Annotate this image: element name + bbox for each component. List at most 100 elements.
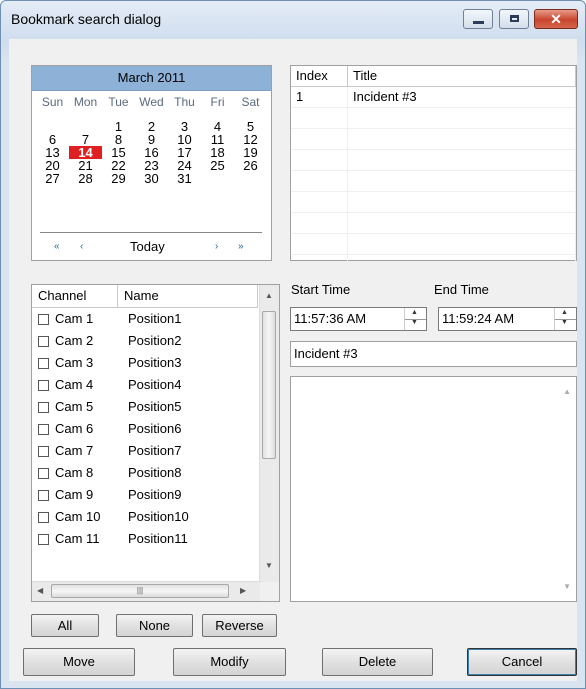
channel-checkbox[interactable]	[38, 423, 49, 435]
empty-row	[291, 108, 576, 129]
scrollbar-corner	[260, 582, 279, 601]
calendar-day[interactable]: 29	[102, 172, 135, 185]
channel-name: Position5	[128, 399, 182, 414]
calendar-day[interactable]	[201, 172, 234, 185]
vertical-scroll-thumb[interactable]	[262, 311, 276, 459]
channel-label: Cam 5	[55, 399, 94, 414]
calendar-day[interactable]: 30	[135, 172, 168, 185]
today-link[interactable]: Today	[130, 239, 165, 254]
maximize-button[interactable]	[499, 9, 529, 29]
calendar-day[interactable]	[234, 172, 267, 185]
select-none-button[interactable]: None	[116, 614, 193, 637]
channel-name: Position4	[128, 377, 182, 392]
prev-year-icon[interactable]: «	[54, 241, 60, 252]
scroll-left-icon[interactable]: ◀	[37, 586, 43, 595]
horizontal-scroll-thumb[interactable]: |||	[51, 584, 229, 598]
scroll-up-icon[interactable]: ▲	[265, 291, 273, 300]
horizontal-scrollbar[interactable]: ◀ ||| ▶	[32, 581, 261, 601]
channel-row[interactable]: Cam 3 Position3	[32, 352, 258, 374]
channel-name: Position7	[128, 443, 182, 458]
calendar-divider	[40, 232, 262, 233]
select-all-button[interactable]: All	[31, 614, 99, 637]
column-header-channel[interactable]: Channel	[32, 285, 118, 307]
channel-row[interactable]: Cam 10 Position10	[32, 506, 258, 528]
bookmark-title: Incident #3	[348, 87, 576, 107]
empty-row	[291, 150, 576, 171]
scroll-down-icon[interactable]: ▼	[563, 582, 571, 591]
minimize-button[interactable]	[463, 9, 493, 29]
bookmark-title-input[interactable]: Incident #3	[290, 341, 577, 367]
move-button[interactable]: Move	[23, 648, 135, 676]
start-time-picker[interactable]: 11:57:36 AM ▲ ▼	[290, 307, 427, 331]
column-header-title[interactable]: Title	[348, 66, 576, 86]
next-month-icon[interactable]: ›	[215, 241, 218, 252]
scroll-right-icon[interactable]: ▶	[240, 586, 246, 595]
spin-down-icon[interactable]: ▼	[411, 319, 418, 326]
scroll-up-icon[interactable]: ▲	[563, 387, 571, 396]
scroll-down-icon[interactable]: ▼	[265, 561, 273, 570]
channel-checkbox[interactable]	[38, 379, 49, 391]
channel-list[interactable]: Channel Name Cam 1 Position1 Cam 2 Positio…	[31, 284, 280, 602]
channel-row[interactable]: Cam 11 Position11	[32, 528, 258, 550]
title-bar[interactable]: Bookmark search dialog ✕	[1, 1, 585, 39]
channel-label: Cam 10	[55, 509, 101, 524]
weekday-label: Thu	[174, 95, 195, 109]
vertical-scrollbar[interactable]: ▲ ▼	[259, 285, 279, 583]
channel-checkbox[interactable]	[38, 445, 49, 457]
spin-up-icon[interactable]: ▲	[561, 309, 568, 316]
empty-row	[291, 213, 576, 234]
bookmark-list-header: Index Title	[291, 66, 576, 87]
column-header-name[interactable]: Name	[118, 285, 258, 307]
channel-row[interactable]: Cam 6 Position6	[32, 418, 258, 440]
calendar[interactable]: March 2011 Sun Mon Tue Wed Thu Fri Sat 1…	[31, 65, 272, 261]
bookmark-search-dialog: Bookmark search dialog ✕ March 2011 Sun …	[0, 0, 586, 689]
empty-row	[291, 192, 576, 213]
start-time-spinner[interactable]: ▲ ▼	[404, 308, 426, 330]
weekday-label: Sun	[41, 95, 64, 109]
modify-button[interactable]: Modify	[173, 648, 286, 676]
channel-row[interactable]: Cam 5 Position5	[32, 396, 258, 418]
bookmark-row[interactable]: 1 Incident #3	[291, 87, 576, 108]
end-time-picker[interactable]: 11:59:24 AM ▲ ▼	[438, 307, 577, 331]
spin-up-icon[interactable]: ▲	[411, 309, 418, 316]
bookmark-title-value: Incident #3	[294, 346, 358, 361]
channel-checkbox[interactable]	[38, 313, 49, 325]
channel-label: Cam 7	[55, 443, 94, 458]
calendar-day[interactable]: 28	[69, 172, 102, 185]
channel-row[interactable]: Cam 4 Position4	[32, 374, 258, 396]
start-time-value: 11:57:36 AM	[294, 311, 367, 326]
calendar-day[interactable]: 26	[234, 159, 267, 172]
channel-row[interactable]: Cam 9 Position9	[32, 484, 258, 506]
channel-row[interactable]: Cam 7 Position7	[32, 440, 258, 462]
bookmark-description-textarea[interactable]: ▲ ▼	[290, 376, 577, 602]
close-button[interactable]: ✕	[534, 9, 578, 29]
prev-month-icon[interactable]: ‹	[80, 241, 83, 252]
channel-label: Cam 8	[55, 465, 94, 480]
next-year-icon[interactable]: »	[238, 241, 244, 252]
channel-checkbox[interactable]	[38, 533, 49, 545]
calendar-day[interactable]: 27	[36, 172, 69, 185]
calendar-day[interactable]: 31	[168, 172, 201, 185]
channel-checkbox[interactable]	[38, 357, 49, 369]
reverse-selection-button[interactable]: Reverse	[202, 614, 277, 637]
cancel-button[interactable]: Cancel	[467, 648, 577, 676]
channel-name: Position6	[128, 421, 182, 436]
calendar-day[interactable]: 25	[201, 159, 234, 172]
channel-name: Position2	[128, 333, 182, 348]
channel-row[interactable]: Cam 1 Position1	[32, 308, 258, 330]
channel-row[interactable]: Cam 2 Position2	[32, 330, 258, 352]
column-header-index[interactable]: Index	[291, 66, 348, 86]
bookmark-list[interactable]: Index Title 1 Incident #3	[290, 65, 577, 275]
channel-name: Position1	[128, 311, 182, 326]
delete-button[interactable]: Delete	[322, 648, 433, 676]
channel-checkbox[interactable]	[38, 489, 49, 501]
channel-checkbox[interactable]	[38, 467, 49, 479]
channel-row[interactable]: Cam 8 Position8	[32, 462, 258, 484]
calendar-weekday-row: Sun Mon Tue Wed Thu Fri Sat	[32, 91, 271, 114]
channel-checkbox[interactable]	[38, 401, 49, 413]
spin-down-icon[interactable]: ▼	[561, 319, 568, 326]
channel-checkbox[interactable]	[38, 335, 49, 347]
channel-checkbox[interactable]	[38, 511, 49, 523]
calendar-month-title[interactable]: March 2011	[32, 66, 271, 91]
end-time-spinner[interactable]: ▲ ▼	[554, 308, 576, 330]
